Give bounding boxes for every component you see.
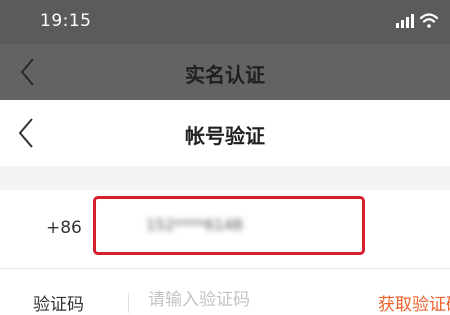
signal-icon — [396, 14, 414, 28]
background-nav-bar: 实名认证 — [0, 44, 450, 100]
verification-code-label: 验证码 — [33, 295, 84, 315]
field-separator — [128, 293, 129, 313]
page-title: 帐号验证 — [185, 124, 265, 148]
section-gap — [0, 166, 450, 190]
country-code[interactable]: +86 — [46, 218, 82, 238]
get-code-button[interactable]: 获取验证码 — [378, 290, 450, 315]
verification-code-input[interactable] — [148, 288, 348, 312]
phone-number-value: 152****6148 — [146, 216, 243, 234]
wifi-icon — [419, 13, 439, 28]
status-time: 19:15 — [40, 11, 92, 31]
phone-number-field[interactable]: 152****6148 — [93, 196, 365, 255]
status-bar: 19:15 — [0, 0, 450, 44]
background-page-title: 实名认证 — [185, 63, 265, 87]
status-icons — [396, 13, 439, 28]
nav-bar: 帐号验证 — [0, 100, 450, 166]
verification-code-row: 验证码 获取验证码 — [0, 269, 450, 315]
phone-row: +86 152****6148 — [0, 190, 450, 268]
